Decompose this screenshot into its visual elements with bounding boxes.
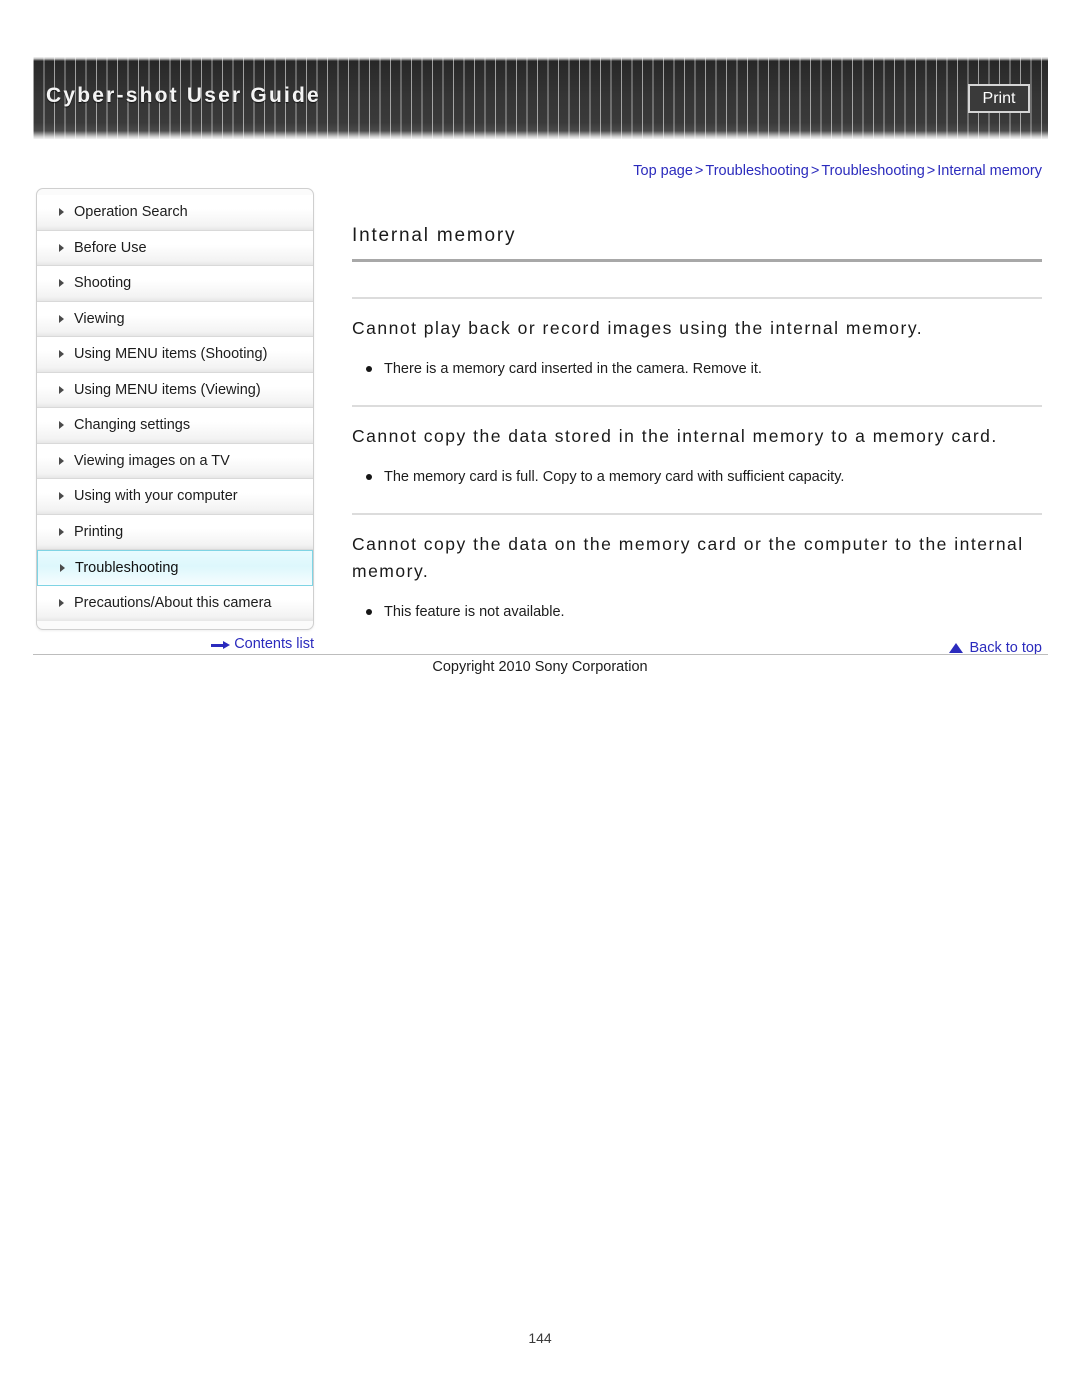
triangle-right-icon xyxy=(59,350,64,359)
breadcrumb-separator: > xyxy=(926,163,936,179)
sidebar-item-using-menu-items-shooting[interactable]: Using MENU items (Shooting) xyxy=(37,337,313,373)
sidebar-item-label: Troubleshooting xyxy=(75,559,179,576)
contents-list-link[interactable]: Contents list xyxy=(36,636,314,652)
section-heading: Cannot play back or record images using … xyxy=(352,318,924,338)
breadcrumb-separator: > xyxy=(694,163,704,179)
bullet-icon xyxy=(366,366,372,372)
breadcrumb-item-internal-memory[interactable]: Internal memory xyxy=(937,163,1042,179)
list-item-text: The memory card is full. Copy to a memor… xyxy=(384,469,845,485)
triangle-right-icon xyxy=(59,527,64,536)
page-title-banner: Cyber-shot User Guide xyxy=(46,84,321,107)
triangle-right-icon xyxy=(59,492,64,501)
sidebar-item-label: Using MENU items (Viewing) xyxy=(74,381,261,398)
breadcrumb-item-troubleshooting-sub[interactable]: Troubleshooting xyxy=(821,163,924,179)
sidebar-item-label: Printing xyxy=(74,523,124,540)
triangle-right-icon xyxy=(59,243,64,252)
print-button[interactable]: Print xyxy=(968,84,1030,113)
arrow-right-icon xyxy=(211,641,231,649)
section-cannot-copy-to-internal-memory: Cannot copy the data on the memory card … xyxy=(352,515,1042,622)
sidebar-item-label: Viewing xyxy=(74,310,125,327)
sidebar-item-using-menu-items-viewing[interactable]: Using MENU items (Viewing) xyxy=(37,372,313,408)
triangle-right-icon xyxy=(59,279,64,288)
triangle-right-icon xyxy=(59,456,64,465)
sidebar-item-precautions-about-this-camera[interactable]: Precautions/About this camera xyxy=(37,585,313,621)
main-content: Internal memory Cannot play back or reco… xyxy=(352,225,1042,656)
triangle-right-icon xyxy=(59,314,64,323)
bullet-icon xyxy=(366,474,372,480)
triangle-right-icon xyxy=(59,208,64,217)
page-title: Internal memory xyxy=(352,225,517,246)
bullet-icon xyxy=(366,609,372,615)
sidebar-item-label: Shooting xyxy=(74,275,132,292)
sidebar-item-label: Using with your computer xyxy=(74,488,238,505)
back-to-top-link[interactable]: Back to top xyxy=(352,622,1042,656)
breadcrumb-item-top-page[interactable]: Top page xyxy=(633,163,693,179)
footer-divider xyxy=(33,654,1048,655)
sidebar-item-label: Using MENU items (Shooting) xyxy=(74,346,268,363)
breadcrumb: Top page > Troubleshooting > Troubleshooting… xyxy=(352,163,1042,179)
page-number: 144 xyxy=(528,1330,552,1346)
triangle-right-icon xyxy=(59,421,64,430)
section-cannot-play-back: Cannot play back or record images using … xyxy=(352,299,1042,379)
triangle-up-icon xyxy=(949,643,964,653)
list-item: There is a memory card inserted in the c… xyxy=(352,342,1042,379)
list-item: The memory card is full. Copy to a memor… xyxy=(352,450,1042,487)
list-item: This feature is not available. xyxy=(352,585,1042,622)
section-heading: Cannot copy the data stored in the inter… xyxy=(352,426,998,446)
sidebar-item-label: Precautions/About this camera xyxy=(74,595,272,612)
sidebar-item-printing[interactable]: Printing xyxy=(37,514,313,550)
copyright-text: Copyright 2010 Sony Corporation xyxy=(432,659,648,675)
sidebar-item-using-with-your-computer[interactable]: Using with your computer xyxy=(37,479,313,515)
document-page: Cyber-shot User Guide Print Top page > Tro… xyxy=(0,0,1080,1397)
sidebar-item-before-use[interactable]: Before Use xyxy=(37,230,313,266)
breadcrumb-item-troubleshooting[interactable]: Troubleshooting xyxy=(705,163,808,179)
sidebar-item-troubleshooting[interactable]: Troubleshooting xyxy=(37,550,313,586)
sidebar-item-operation-search[interactable]: Operation Search xyxy=(37,195,313,231)
triangle-right-icon xyxy=(59,385,64,394)
sidebar-item-shooting[interactable]: Shooting xyxy=(37,266,313,302)
sidebar-item-label: Operation Search xyxy=(74,204,188,221)
sidebar-item-label: Before Use xyxy=(74,239,147,256)
triangle-right-icon xyxy=(59,599,64,608)
list-item-text: This feature is not available. xyxy=(384,604,565,620)
sidebar-item-label: Changing settings xyxy=(74,417,191,434)
header-banner: Cyber-shot User Guide Print xyxy=(33,57,1048,139)
sidebar-item-viewing-images-on-a-tv[interactable]: Viewing images on a TV xyxy=(37,443,313,479)
sidebar-nav: Operation Search Before Use Shooting Vie… xyxy=(36,188,314,630)
contents-list-label: Contents list xyxy=(234,636,314,652)
sidebar-item-label: Viewing images on a TV xyxy=(74,452,230,469)
sidebar-item-changing-settings[interactable]: Changing settings xyxy=(37,408,313,444)
sidebar-item-viewing[interactable]: Viewing xyxy=(37,301,313,337)
triangle-right-icon xyxy=(60,563,65,572)
breadcrumb-separator: > xyxy=(810,163,820,179)
section-cannot-copy-to-memory-card: Cannot copy the data stored in the inter… xyxy=(352,407,1042,487)
list-item-text: There is a memory card inserted in the c… xyxy=(384,361,762,377)
section-heading: Cannot copy the data on the memory card … xyxy=(352,534,1024,581)
